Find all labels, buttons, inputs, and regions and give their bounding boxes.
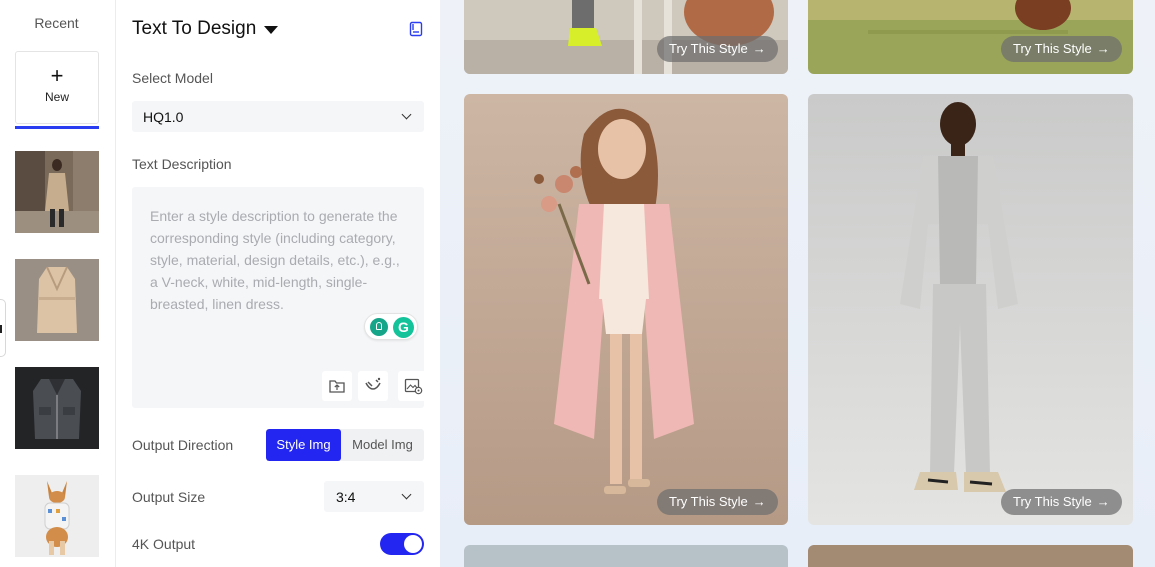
plus-icon: + <box>50 63 64 88</box>
try-style-button[interactable]: Try This Style → <box>657 36 778 62</box>
recent-thumb-leather-jacket[interactable] <box>15 367 99 449</box>
recent-title: Recent <box>34 15 79 31</box>
leather-jacket-image <box>15 367 99 449</box>
page-title: Text To Design <box>132 18 257 39</box>
model-value: HQ1.0 <box>143 109 184 125</box>
model-img-option[interactable]: Model Img <box>341 429 424 461</box>
guide-book-icon[interactable] <box>409 21 423 37</box>
woman-trench-image <box>15 151 99 233</box>
active-indicator <box>15 126 99 129</box>
gallery-card-4[interactable]: Try This Style → <box>808 94 1133 525</box>
style-image-partial-5 <box>464 545 788 567</box>
style-img-option[interactable]: Style Img <box>266 429 341 461</box>
gallery-card-1[interactable]: Try This Style → <box>464 0 788 74</box>
new-button[interactable]: + New <box>15 51 99 124</box>
image-gear-icon <box>404 378 423 395</box>
style-image-grey-suit <box>808 94 1133 525</box>
image-settings-button[interactable] <box>398 371 428 401</box>
output-4k-label: 4K Output <box>132 536 196 552</box>
gallery-card-5[interactable] <box>464 545 788 567</box>
chevron-down-icon <box>401 109 412 120</box>
folder-upload-icon <box>329 380 345 393</box>
recent-thumb-beige-coat[interactable] <box>15 259 99 341</box>
model-select[interactable]: HQ1.0 <box>132 101 424 132</box>
dog-sweater-image <box>15 475 99 557</box>
chevron-down-icon <box>401 489 412 500</box>
mode-dropdown[interactable]: Text To Design <box>132 18 279 40</box>
output-direction-toggle: Style Img Model Img <box>266 429 424 461</box>
grammarly-widget[interactable]: G <box>364 313 418 340</box>
recent-thumb-woman-trench[interactable] <box>15 151 99 233</box>
select-model-label: Select Model <box>132 70 213 86</box>
new-label: New <box>44 90 69 104</box>
gallery-card-2[interactable]: Try This Style → <box>808 0 1133 74</box>
beige-coat-image <box>15 259 99 341</box>
caret-down-icon <box>264 26 279 34</box>
style-image-partial-6 <box>808 545 1133 567</box>
description-box: G <box>132 187 428 408</box>
upload-folder-button[interactable] <box>322 371 352 401</box>
grammarly-icon: G <box>393 317 414 338</box>
output-direction-label: Output Direction <box>132 437 234 453</box>
output-size-value: 3:4 <box>336 489 356 505</box>
style-image-pink-cardigan <box>464 94 788 525</box>
try-style-button[interactable]: Try This Style → <box>657 489 778 515</box>
output-4k-toggle[interactable] <box>380 533 424 555</box>
settings-panel: Text To Design Select Model HQ1.0 Text D… <box>116 0 440 567</box>
sidebar-collapse-handle[interactable] <box>0 299 6 357</box>
lightbulb-icon <box>370 318 388 336</box>
gallery-card-3[interactable]: Try This Style → <box>464 94 788 525</box>
magic-optimize-button[interactable] <box>358 371 388 401</box>
gallery-card-6[interactable] <box>808 545 1133 567</box>
output-size-select[interactable]: 3:4 <box>324 481 424 512</box>
try-style-button[interactable]: Try This Style → <box>1001 36 1122 62</box>
recent-sidebar: Recent + New <box>0 0 116 567</box>
output-size-label: Output Size <box>132 489 206 505</box>
recent-thumb-dog-sweater[interactable] <box>15 475 99 557</box>
magic-wand-icon <box>365 377 381 390</box>
text-description-label: Text Description <box>132 156 232 172</box>
style-gallery: Try This Style → Try This Style → Try Th… <box>440 0 1155 567</box>
try-style-button[interactable]: Try This Style → <box>1001 489 1122 515</box>
